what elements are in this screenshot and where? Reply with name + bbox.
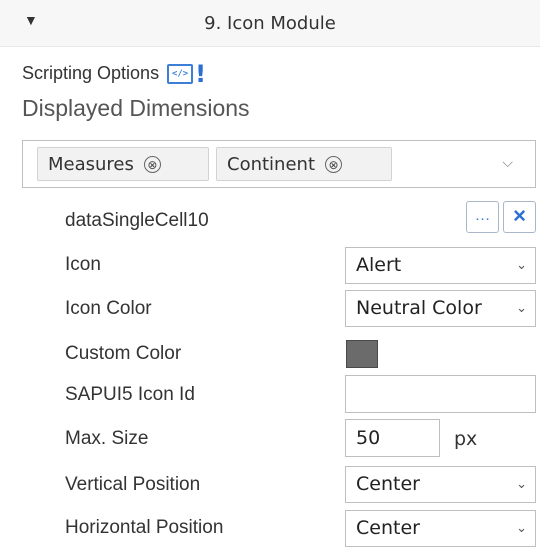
section-title: 9. Icon Module xyxy=(204,13,336,34)
horizontal-position-select[interactable]: Center ⌄ xyxy=(345,510,536,547)
vertical-position-value: Center xyxy=(356,473,420,495)
icon-color-select[interactable]: Neutral Color ⌄ xyxy=(345,290,536,327)
chevron-down-icon: ⌄ xyxy=(516,257,527,272)
token-remove-icon[interactable]: ⊗ xyxy=(143,155,161,173)
max-size-unit: px xyxy=(454,428,478,450)
chevron-down-icon: ⌄ xyxy=(516,476,527,491)
horizontal-position-value: Center xyxy=(356,517,420,539)
icon-select-value: Alert xyxy=(356,254,402,276)
section-header[interactable]: ▼ 9. Icon Module xyxy=(0,0,540,47)
token-label: Measures xyxy=(48,153,134,175)
sapui5-icon-id-input[interactable] xyxy=(345,375,536,413)
token-measures[interactable]: Measures ⊗ xyxy=(37,147,209,181)
chevron-down-icon: ⌄ xyxy=(516,520,527,535)
more-icon: … xyxy=(474,207,491,224)
displayed-dimensions-title: Displayed Dimensions xyxy=(22,95,250,121)
more-options-button[interactable]: … xyxy=(466,201,499,233)
remove-cell-button[interactable]: × xyxy=(503,201,536,233)
icon-color-label: Icon Color xyxy=(65,298,152,319)
close-icon: × xyxy=(513,203,526,228)
chevron-down-icon: ⌄ xyxy=(516,300,527,315)
custom-color-swatch[interactable] xyxy=(346,340,378,368)
max-size-label: Max. Size xyxy=(65,428,149,449)
token-remove-icon[interactable]: ⊗ xyxy=(325,155,342,173)
chevron-down-icon[interactable]: ⌵ xyxy=(502,154,513,171)
token-continent[interactable]: Continent ⊗ xyxy=(216,147,392,181)
vertical-position-label: Vertical Position xyxy=(65,474,201,495)
icon-color-select-value: Neutral Color xyxy=(356,297,482,319)
vertical-position-select[interactable]: Center ⌄ xyxy=(345,466,536,503)
icon-label: Icon xyxy=(65,254,101,275)
script-alert-icon: ! xyxy=(195,59,207,88)
horizontal-position-label: Horizontal Position xyxy=(65,517,224,538)
max-size-input[interactable]: 50 xyxy=(345,419,440,457)
custom-color-label: Custom Color xyxy=(65,343,182,364)
script-code-icon: </> xyxy=(167,63,194,84)
sapui5-icon-id-label: SAPUI5 Icon Id xyxy=(65,384,195,405)
scripting-options-label: Scripting Options xyxy=(22,63,160,83)
script-edit-icon[interactable]: </> ! xyxy=(167,59,207,88)
token-label: Continent xyxy=(227,153,315,175)
scripting-options: Scripting Options </> ! xyxy=(22,59,207,88)
icon-select[interactable]: Alert ⌄ xyxy=(345,247,536,284)
dimensions-multiselect[interactable]: Measures ⊗ Continent ⊗ ⌵ xyxy=(22,140,536,188)
cell-name: dataSingleCell10 xyxy=(65,210,209,231)
